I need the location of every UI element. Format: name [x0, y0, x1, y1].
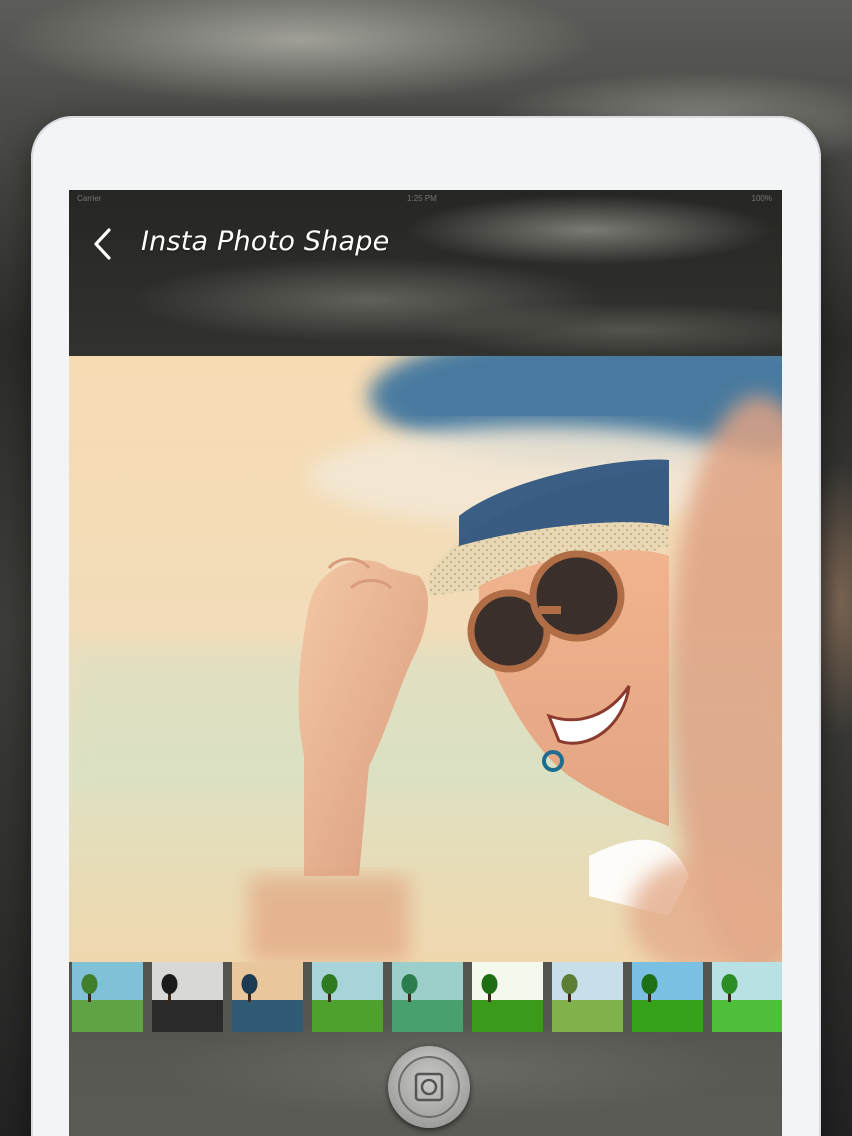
filter-preview-image — [392, 962, 463, 1032]
filter-preview-image — [712, 962, 782, 1032]
filter-thumbnail-1[interactable] — [72, 962, 143, 1032]
filter-preview-image — [72, 962, 143, 1032]
filter-preview-image — [632, 962, 703, 1032]
save-photo-icon — [414, 1072, 444, 1102]
status-time: 1:25 PM — [407, 194, 437, 203]
status-battery: 100% — [751, 194, 772, 203]
app-background: Carrier 1:25 PM 100% Insta Photo Shape — [0, 0, 852, 1136]
filter-thumbnail-6[interactable] — [472, 962, 543, 1032]
filter-thumbnail-8[interactable] — [632, 962, 703, 1032]
filter-thumbnail-4[interactable] — [312, 962, 383, 1032]
filter-thumbnail-9[interactable] — [712, 962, 782, 1032]
filter-thumbnail-5[interactable] — [392, 962, 463, 1032]
filter-thumbnail-7[interactable] — [552, 962, 623, 1032]
status-bar: Carrier 1:25 PM 100% — [69, 190, 782, 208]
back-button[interactable] — [87, 224, 123, 264]
photo-canvas[interactable] — [69, 356, 782, 962]
filter-strip — [69, 962, 782, 1036]
edited-photo — [69, 356, 782, 962]
filter-preview-image — [312, 962, 383, 1032]
status-carrier: Carrier — [77, 194, 102, 203]
filter-preview-image — [552, 962, 623, 1032]
filter-preview-image — [232, 962, 303, 1032]
filter-preview-image — [472, 962, 543, 1032]
app-screen: Carrier 1:25 PM 100% Insta Photo Shape — [69, 190, 782, 1136]
chevron-left-icon — [94, 228, 111, 260]
nav-bar: Insta Photo Shape — [69, 208, 782, 280]
capture-inner-ring — [398, 1056, 460, 1118]
filter-thumbnail-2[interactable] — [152, 962, 223, 1032]
filter-preview-image — [152, 962, 223, 1032]
filter-thumbnail-3[interactable] — [232, 962, 303, 1032]
save-photo-button[interactable] — [388, 1046, 470, 1128]
page-title: Insta Photo Shape — [141, 226, 390, 257]
